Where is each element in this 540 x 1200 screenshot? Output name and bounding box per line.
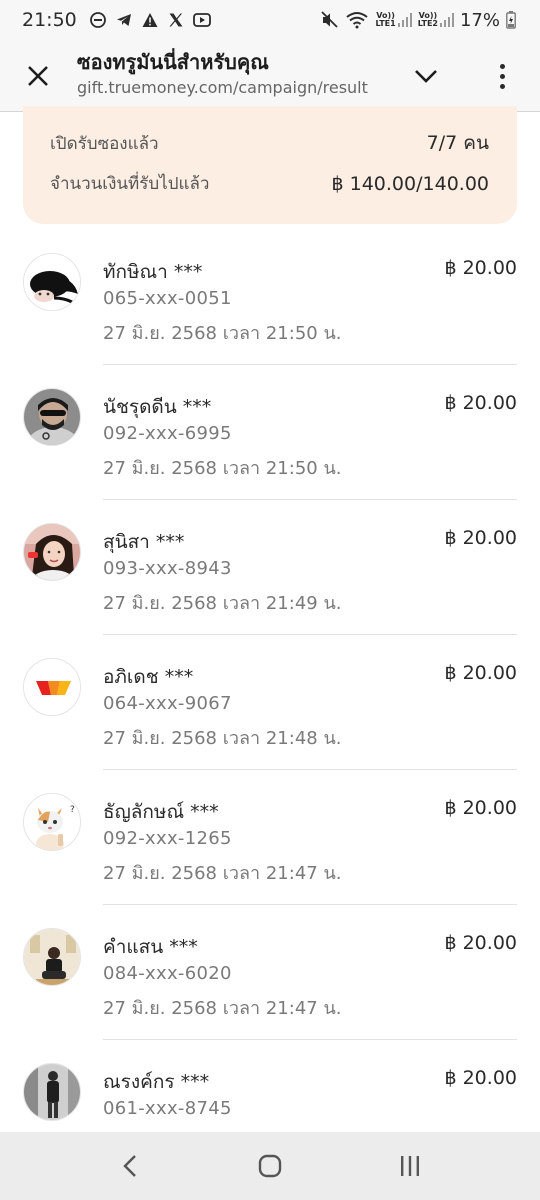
system-nav-bar xyxy=(0,1132,540,1200)
summary-card: เปิดรับซองแล้ว 7/7 คน จำนวนเงินที่รับไปแ… xyxy=(23,106,517,224)
close-icon xyxy=(28,66,48,86)
battery-percent: 17% xyxy=(459,9,500,31)
list-item: อภิเดช *** 064-xxx-9067 27 มิ.ย. 2568 เว… xyxy=(0,635,540,770)
anime-character-avatar xyxy=(23,253,81,311)
recipient-amount: ฿ 20.00 xyxy=(444,527,517,549)
back-button[interactable] xyxy=(110,1146,150,1186)
recipient-phone: 092-xxx-1265 xyxy=(103,828,232,849)
do-not-disturb-icon xyxy=(89,11,107,29)
recipient-phone: 093-xxx-8943 xyxy=(103,558,232,579)
warning-icon xyxy=(141,11,159,29)
recipient-name: นัชรุดดีน *** xyxy=(103,396,212,418)
home-button[interactable] xyxy=(250,1146,290,1186)
sim2-label: LTE2 xyxy=(417,19,438,28)
dot-icon xyxy=(499,83,505,89)
recipient-amount: ฿ 20.00 xyxy=(444,797,517,819)
recipient-amount: ฿ 20.00 xyxy=(444,662,517,684)
recipient-name: อภิเดช *** xyxy=(103,666,194,688)
status-bar: 21:50 Vo)) LTE1 Vo)) LTE2 17% xyxy=(0,0,540,40)
recipient-time: 27 มิ.ย. 2568 เวลา 21:47 น. xyxy=(103,998,342,1019)
sim1-indicator: Vo)) LTE1 xyxy=(375,12,412,28)
dot-icon xyxy=(499,73,505,79)
sim1-label: LTE1 xyxy=(375,19,396,28)
recipient-time: 27 มิ.ย. 2568 เวลา 21:49 น. xyxy=(103,593,342,614)
sim2-indicator: Vo)) LTE2 xyxy=(418,12,454,28)
recipient-name: ทักษิณา *** xyxy=(103,261,203,283)
recipient-amount: ฿ 20.00 xyxy=(444,1067,517,1089)
recipient-name: ธัญลักษณ์ *** xyxy=(103,801,219,823)
recipient-time: 27 มิ.ย. 2568 เวลา 21:47 น. xyxy=(103,863,342,884)
status-time: 21:50 xyxy=(22,9,77,31)
list-item: สุนิสา *** 093-xxx-8943 27 มิ.ย. 2568 เว… xyxy=(0,500,540,635)
home-icon xyxy=(258,1154,282,1178)
battery-icon xyxy=(506,11,516,29)
back-chevron-icon xyxy=(123,1155,136,1177)
recipient-amount: ฿ 20.00 xyxy=(444,932,517,954)
recipient-amount: ฿ 20.00 xyxy=(444,257,517,279)
woman-photo-avatar xyxy=(23,523,81,581)
amount-row: จำนวนเงินที่รับไปแล้ว ฿ 140.00/140.00 xyxy=(50,170,489,197)
recipient-list: ทักษิณา *** 065-xxx-0051 27 มิ.ย. 2568 เ… xyxy=(0,230,540,1175)
recent-apps-button[interactable] xyxy=(390,1146,430,1186)
amount-value: ฿ 140.00/140.00 xyxy=(331,172,490,195)
list-item: ทักษิณา *** 065-xxx-0051 27 มิ.ย. 2568 เ… xyxy=(0,230,540,365)
recipient-phone: 092-xxx-6995 xyxy=(103,423,232,444)
person-standing-avatar xyxy=(23,1063,81,1121)
man-sunglasses-avatar xyxy=(23,388,81,446)
opened-row: เปิดรับซองแล้ว 7/7 คน xyxy=(50,128,489,158)
recipient-name: ณรงค์กร *** xyxy=(103,1071,210,1093)
recipient-amount: ฿ 20.00 xyxy=(444,392,517,414)
x-twitter-icon xyxy=(167,11,185,29)
opened-label: เปิดรับซองแล้ว xyxy=(50,133,159,154)
recent-apps-icon xyxy=(401,1156,419,1176)
browser-titles: ซองทรูมันนี่สำหรับคุณ gift.truemoney.com… xyxy=(77,48,368,100)
list-item: นัชรุดดีน *** 092-xxx-6995 27 มิ.ย. 2568… xyxy=(0,365,540,500)
recipient-name: คำแสน *** xyxy=(103,936,198,958)
page-title: ซองทรูมันนี่สำหรับคุณ xyxy=(77,50,269,74)
svg-text:?: ? xyxy=(70,805,75,815)
youtube-icon xyxy=(192,11,211,29)
expand-button[interactable] xyxy=(412,62,440,90)
cat-avatar: ? xyxy=(23,793,81,851)
recipient-phone: 064-xxx-9067 xyxy=(103,693,232,714)
list-item: ? ธัญลักษณ์ *** 092-xxx-1265 27 มิ.ย. 25… xyxy=(0,770,540,905)
recipient-time: 27 มิ.ย. 2568 เวลา 21:50 น. xyxy=(103,323,342,344)
page-url[interactable]: gift.truemoney.com/campaign/result xyxy=(77,76,368,100)
amount-label: จำนวนเงินที่รับไปแล้ว xyxy=(50,174,210,194)
mute-icon xyxy=(321,11,339,29)
truemoney-logo-avatar xyxy=(23,658,81,716)
recipient-phone: 061-xxx-8745 xyxy=(103,1098,232,1119)
dot-icon xyxy=(499,63,505,69)
recipient-phone: 065-xxx-0051 xyxy=(103,288,232,309)
opened-value: 7/7 คน xyxy=(426,132,489,154)
list-item: คำแสน *** 084-xxx-6020 27 มิ.ย. 2568 เวล… xyxy=(0,905,540,1040)
more-options-button[interactable] xyxy=(492,60,512,92)
telegram-icon xyxy=(115,11,133,29)
recipient-name: สุนิสา *** xyxy=(103,531,185,553)
chevron-down-icon xyxy=(415,70,437,83)
wifi-icon xyxy=(345,11,369,29)
signal-bars-icon xyxy=(397,13,412,27)
signal-bars-icon xyxy=(439,13,454,27)
recipient-time: 27 มิ.ย. 2568 เวลา 21:48 น. xyxy=(103,728,342,749)
recipient-phone: 084-xxx-6020 xyxy=(103,963,232,984)
recipient-time: 27 มิ.ย. 2568 เวลา 21:50 น. xyxy=(103,458,342,479)
person-sitting-avatar xyxy=(23,928,81,986)
browser-header: ซองทรูมันนี่สำหรับคุณ gift.truemoney.com… xyxy=(0,40,540,112)
close-button[interactable] xyxy=(22,60,54,92)
